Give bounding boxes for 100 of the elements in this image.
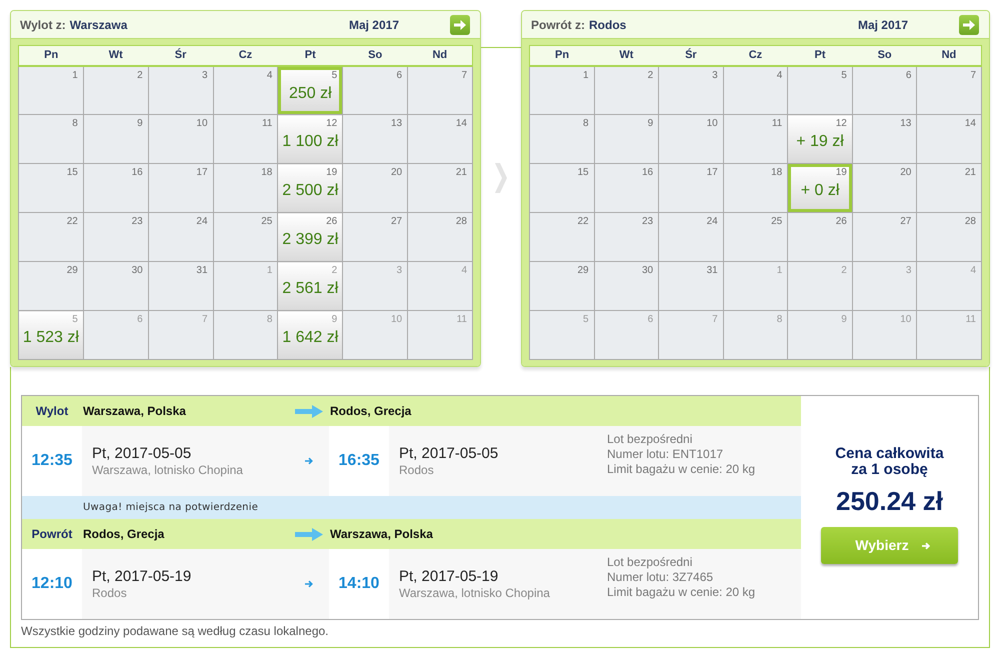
- calendar-day[interactable]: 19 + 0 zł: [788, 164, 852, 212]
- calendar-day[interactable]: 30: [594, 262, 659, 310]
- calendar-day[interactable]: 6: [852, 66, 917, 114]
- calendar-day[interactable]: 31: [148, 262, 214, 310]
- calendar-day[interactable]: 4: [723, 66, 788, 114]
- next-month-button[interactable]: [959, 14, 979, 34]
- calendar-day[interactable]: 30: [83, 262, 148, 310]
- calendar-day[interactable]: 25: [723, 212, 788, 262]
- calendar-day[interactable]: 27: [342, 212, 408, 262]
- calendar-day[interactable]: 21: [408, 164, 472, 212]
- airport-text: Rodos: [92, 586, 127, 600]
- calendar-day[interactable]: 6: [342, 66, 408, 114]
- calendar-day[interactable]: 1: [530, 66, 594, 114]
- calendar-day[interactable]: 6: [594, 310, 659, 360]
- calendar-day[interactable]: 13: [342, 114, 408, 164]
- calendar-day[interactable]: 26: [788, 212, 852, 262]
- calendar-day[interactable]: 5 250 zł: [278, 66, 343, 114]
- calendar-day[interactable]: 8: [530, 114, 594, 164]
- calendar-day[interactable]: 29: [18, 262, 84, 310]
- calendar-day[interactable]: 4: [916, 262, 982, 310]
- calendar-day[interactable]: 1: [723, 262, 788, 310]
- calendar-day[interactable]: 2: [83, 66, 148, 114]
- price-text: 2 500 zł: [282, 182, 338, 200]
- calendar-day[interactable]: 18: [213, 164, 278, 212]
- calendar-day[interactable]: 2 2 561 zł: [278, 262, 343, 310]
- calendar-day[interactable]: 22: [530, 212, 594, 262]
- calendar-day[interactable]: 23: [594, 212, 659, 262]
- calendar-day[interactable]: 22: [18, 212, 84, 262]
- day-number: 9: [841, 314, 847, 326]
- calendar-day[interactable]: 17: [658, 164, 724, 212]
- calendar-day[interactable]: 3: [852, 262, 917, 310]
- calendar-day[interactable]: 26 2 399 zł: [278, 212, 343, 262]
- calendar-day[interactable]: 9 1 642 zł: [278, 310, 343, 360]
- calendar-day[interactable]: 20: [852, 164, 917, 212]
- next-month-button[interactable]: [450, 14, 470, 34]
- calendar-day[interactable]: 11: [408, 310, 472, 360]
- calendar-day[interactable]: 23: [83, 212, 148, 262]
- calendar-day[interactable]: 9: [788, 310, 852, 360]
- calendar-day[interactable]: 27: [852, 212, 917, 262]
- calendar-day[interactable]: 18: [723, 164, 788, 212]
- calendar-day[interactable]: 8: [18, 114, 84, 164]
- price-text: 2 561 zł: [282, 280, 338, 298]
- calendar-day[interactable]: 28: [408, 212, 472, 262]
- calendar-day[interactable]: 1: [18, 66, 84, 114]
- calendar-day[interactable]: 24: [148, 212, 214, 262]
- calendar-day[interactable]: 20: [342, 164, 408, 212]
- calendar-day[interactable]: 10: [342, 310, 408, 360]
- calendar-day[interactable]: 21: [916, 164, 982, 212]
- calendar-day[interactable]: 7: [916, 66, 982, 114]
- calendar-day[interactable]: 10: [148, 114, 214, 164]
- calendar-day[interactable]: 3: [148, 66, 214, 114]
- calendar-day[interactable]: 2: [788, 262, 852, 310]
- calendar-day[interactable]: 4: [213, 66, 278, 114]
- calendar-day[interactable]: 3: [658, 66, 724, 114]
- day-number: 11: [262, 118, 272, 130]
- calendar-day[interactable]: 1: [213, 262, 278, 310]
- calendar-day[interactable]: 10: [658, 114, 724, 164]
- calendar-day[interactable]: 12 + 19 zł: [788, 114, 852, 164]
- arrival-time: 14:10: [338, 575, 380, 593]
- day-number: 9: [332, 314, 338, 326]
- calendar-day[interactable]: 9: [594, 114, 659, 164]
- calendar-day[interactable]: 7: [658, 310, 724, 360]
- calendar-day[interactable]: 7: [148, 310, 214, 360]
- calendar-day[interactable]: 25: [213, 212, 278, 262]
- calendar-day[interactable]: 14: [408, 114, 472, 164]
- calendar-day[interactable]: 6: [83, 310, 148, 360]
- calendar-day[interactable]: 16: [83, 164, 148, 212]
- weekday-header: Pn: [530, 46, 594, 66]
- calendar-day[interactable]: 13: [852, 114, 917, 164]
- calendar-day[interactable]: 24: [658, 212, 724, 262]
- weekday-header: Pt: [278, 46, 343, 66]
- day-number: 3: [712, 70, 718, 82]
- calendar-day[interactable]: 16: [594, 164, 659, 212]
- calendar-day[interactable]: 4: [408, 262, 472, 310]
- calendar-day[interactable]: 8: [723, 310, 788, 360]
- calendar-day[interactable]: 5: [530, 310, 594, 360]
- calendar-day[interactable]: 31: [658, 262, 724, 310]
- calendar-day[interactable]: 3: [342, 262, 408, 310]
- day-number: 12: [326, 118, 338, 130]
- calendar-day[interactable]: 5 1 523 zł: [18, 310, 84, 360]
- calendar-day[interactable]: 19 2 500 zł: [278, 164, 343, 212]
- calendar-day[interactable]: 28: [916, 212, 982, 262]
- calendar-day[interactable]: 9: [83, 114, 148, 164]
- calendar-day[interactable]: 11: [723, 114, 788, 164]
- calendar-day[interactable]: 15: [18, 164, 84, 212]
- calendar-day[interactable]: 17: [148, 164, 214, 212]
- calendar-day[interactable]: 14: [916, 114, 982, 164]
- day-number: 1: [266, 265, 272, 277]
- calendar-day[interactable]: 11: [213, 114, 278, 164]
- calendar-day[interactable]: 5: [788, 66, 852, 114]
- calendar-day[interactable]: 2: [594, 66, 659, 114]
- weekday-header: Wt: [83, 46, 148, 66]
- calendar-day[interactable]: 10: [852, 310, 917, 360]
- day-number: 21: [456, 167, 467, 179]
- calendar-day[interactable]: 7: [408, 66, 472, 114]
- calendar-day[interactable]: 15: [530, 164, 594, 212]
- calendar-day[interactable]: 29: [530, 262, 594, 310]
- calendar-day[interactable]: 11: [916, 310, 982, 360]
- calendar-day[interactable]: 8: [213, 310, 278, 360]
- calendar-day[interactable]: 12 1 100 zł: [278, 114, 343, 164]
